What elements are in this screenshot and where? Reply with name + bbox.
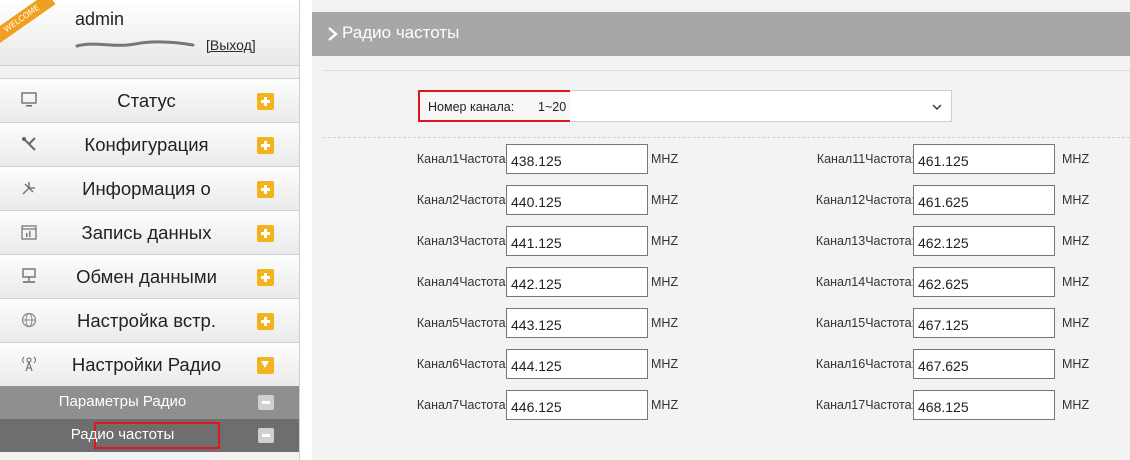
channel-frequency-input[interactable]: 442.125 [506,267,648,297]
submenu-item-label: Параметры Радио [58,393,187,410]
frequency-unit: MHZ [1062,234,1090,248]
network-icon [22,268,36,283]
frequency-unit: MHZ [1062,357,1090,371]
channel-frequency-input[interactable]: 443.125 [506,308,648,338]
menu-item-label: Запись данных [81,222,212,243]
channel-frequency-input[interactable]: 440.125 [506,185,648,215]
menu-item-label: Информация о [82,178,211,199]
frequency-unit: MHZ [651,152,679,166]
logout-link[interactable]: [Выход] [206,37,256,53]
menu-item-label: Настройки Радио [71,354,222,375]
menu-item-data-exchange[interactable]: Обмен данными [0,254,299,298]
channel-frequency-label: Канал12Частота: [815,193,915,207]
calendar-icon [21,225,37,240]
channel-frequency-label: Канал3Частота: [416,234,509,248]
channel-frequency-label: Канал11Частота: [816,152,915,166]
info-icon [22,182,35,195]
page-title-bar: Радио частоты [312,12,1130,56]
tools-icon [22,137,36,151]
channel-highlight: Номер канала: 1~20 [418,90,572,122]
frequency-unit: MHZ [1062,316,1090,330]
expand-plus-icon[interactable] [257,269,274,286]
channel-frequency-label: Канал7Частота: [416,398,509,412]
frequency-unit: MHZ [651,193,679,207]
submenu-item-radio-frequencies[interactable]: Радио частоты [0,419,299,452]
channel-frequency-label: Канал17Частота: [815,398,915,412]
channel-frequency-input[interactable]: 468.125 [913,390,1055,420]
menu-item-status[interactable]: Статус [0,78,299,122]
channel-frequency-label: Канал6Частота: [416,357,509,371]
channel-frequency-input[interactable]: 462.125 [913,226,1055,256]
expand-plus-icon[interactable] [257,137,274,154]
channel-frequency-input[interactable]: 467.125 [913,308,1055,338]
channel-frequency-label: Канал4Частота: [416,275,509,289]
channel-frequency-input[interactable]: 461.125 [913,144,1055,174]
expand-plus-icon[interactable] [257,225,274,242]
channel-frequency-input[interactable]: 467.625 [913,349,1055,379]
channel-frequency-label: Канал2Частота: [416,193,509,207]
channel-frequency-label: Канал14Частота: [815,275,915,289]
frequency-unit: MHZ [651,357,679,371]
redacted-scribble [75,40,195,48]
chevron-down-icon [932,104,942,110]
antenna-icon [21,356,37,372]
sidebar-menu: Статус Конфигурация Информация о Запись … [0,78,299,452]
channel-frequency-label: Канал1Частота: [416,152,509,166]
frequency-unit: MHZ [651,275,679,289]
channel-frequency-input[interactable]: 461.625 [913,185,1055,215]
collapse-chevron-icon[interactable] [257,357,274,374]
channel-select-label: Номер канала: [428,100,515,114]
main-content: Радио частоты Номер канала: 1~20 Канал1Ч… [312,0,1130,460]
menu-item-information[interactable]: Информация о [0,166,299,210]
menu-item-radio-settings[interactable]: Настройки Радио [0,342,299,386]
menu-item-label: Статус [117,90,176,111]
settings-panel: Номер канала: 1~20 Канал1Частота: 438.125… [323,70,1130,460]
expand-plus-icon[interactable] [257,93,274,110]
frequency-unit: MHZ [1062,398,1090,412]
channel-select-dropdown[interactable] [570,90,952,122]
frequency-unit: MHZ [1062,275,1090,289]
globe-icon [21,312,37,328]
menu-item-label: Настройка встр. [77,310,216,331]
channel-frequency-input[interactable]: 438.125 [506,144,648,174]
collapse-minus-icon [258,395,274,410]
divider [323,137,1130,138]
channel-frequency-input[interactable]: 462.625 [913,267,1055,297]
menu-item-configuration[interactable]: Конфигурация [0,122,299,166]
welcome-badge: WELCOME [0,0,56,46]
submenu-item-radio-parameters[interactable]: Параметры Радио [0,386,299,419]
channel-frequency-label: Канал16Частота: [815,357,915,371]
page-title: Радио частоты [342,23,460,42]
chevron-right-icon [328,27,338,41]
channel-select-value: 1~20 [538,100,567,114]
channel-frequency-label: Канал5Частота: [416,316,509,330]
frequency-unit: MHZ [1062,193,1090,207]
channel-frequency-input[interactable]: 446.125 [506,390,648,420]
frequency-unit: MHZ [651,316,679,330]
frequency-unit: MHZ [1062,152,1090,166]
channel-frequency-input[interactable]: 444.125 [506,349,648,379]
menu-item-label: Обмен данными [76,266,217,287]
channel-frequency-label: Канал15Частота: [815,316,915,330]
expand-plus-icon[interactable] [257,181,274,198]
frequency-unit: MHZ [651,234,679,248]
sidebar: WELCOME admin [Выход] Статус Конфигураци… [0,0,300,460]
menu-item-embedded-settings[interactable]: Настройка встр. [0,298,299,342]
user-panel: WELCOME admin [Выход] [0,0,299,66]
channel-frequency-input[interactable]: 441.125 [506,226,648,256]
expand-plus-icon[interactable] [257,313,274,330]
menu-item-label: Конфигурация [84,134,209,155]
collapse-minus-icon [258,428,274,443]
channel-frequency-label: Канал13Частота: [815,234,915,248]
monitor-icon [21,92,37,107]
frequency-unit: MHZ [651,398,679,412]
username: admin [75,9,125,29]
menu-item-data-log[interactable]: Запись данных [0,210,299,254]
submenu-item-label: Радио частоты [70,426,175,443]
